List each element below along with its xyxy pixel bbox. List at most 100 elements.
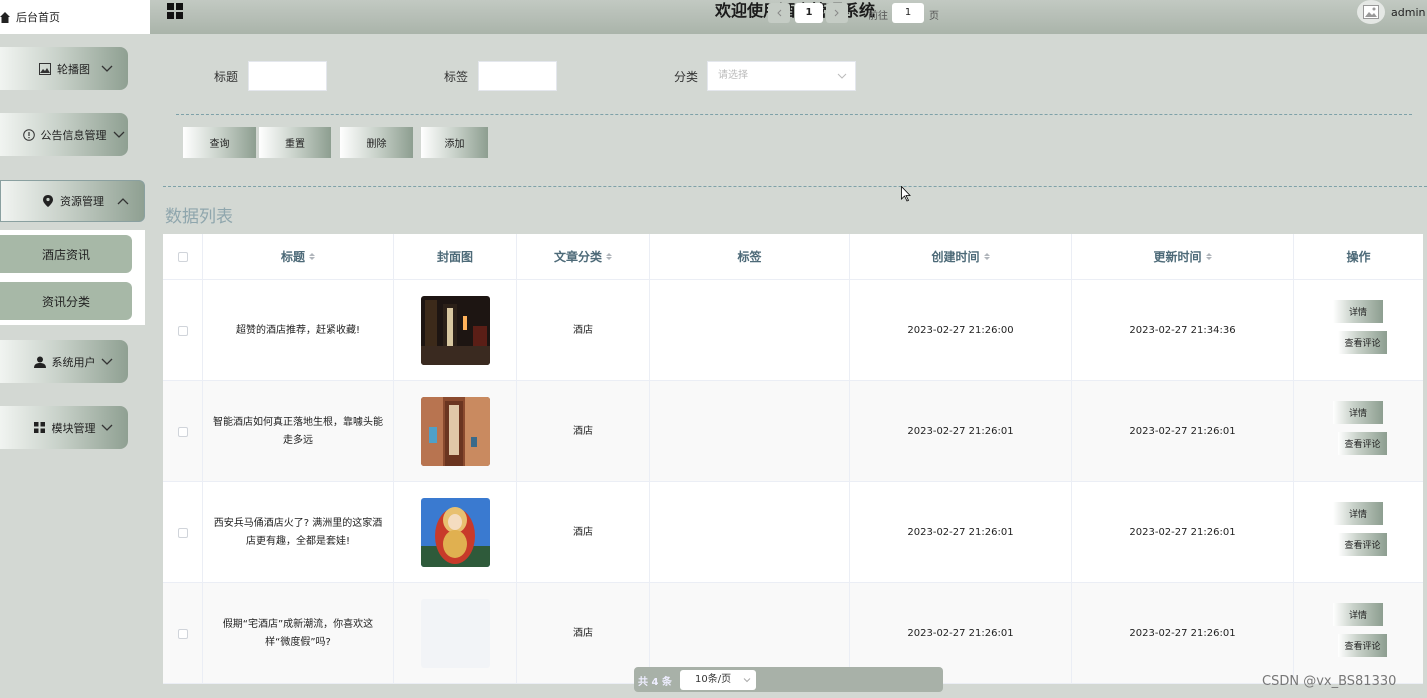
avatar-image-icon bbox=[1363, 5, 1379, 19]
category-filter-select[interactable]: 请选择 bbox=[707, 61, 856, 91]
chevron-left-icon bbox=[777, 9, 782, 17]
sidebar-item-system-user[interactable]: 系统用户 bbox=[0, 340, 128, 383]
mouse-cursor-icon bbox=[901, 186, 911, 202]
username[interactable]: admin bbox=[1391, 6, 1425, 19]
column-header-label: 操作 bbox=[1346, 250, 1371, 264]
table-row[interactable]: 超赞的酒店推荐，赶紧收藏! 酒店 2023-02-27 21:26:00 202… bbox=[163, 280, 1423, 381]
column-header-label: 创建时间 bbox=[931, 250, 980, 264]
title-cell: 西安兵马俑酒店火了? 满洲里的这家酒店更有趣，全都是套娃! bbox=[203, 482, 394, 583]
updated-time-cell: 2023-02-27 21:34:36 bbox=[1072, 280, 1294, 381]
next-page-button[interactable] bbox=[826, 3, 848, 23]
select-all-checkbox[interactable] bbox=[177, 251, 188, 262]
column-header-category[interactable]: 文章分类 bbox=[517, 234, 650, 280]
chevron-down-icon bbox=[101, 424, 113, 431]
tag-filter-input[interactable] bbox=[478, 61, 557, 91]
image-icon bbox=[38, 62, 52, 76]
detail-button[interactable]: 详情 bbox=[1333, 502, 1383, 525]
detail-button[interactable]: 详情 bbox=[1333, 401, 1383, 424]
chevron-down-icon bbox=[101, 358, 113, 365]
sidebar-home-label: 后台首页 bbox=[16, 11, 60, 24]
updated-time-cell: 2023-02-27 21:26:01 bbox=[1072, 583, 1294, 684]
title-cell: 智能酒店如何真正落地生根，靠噱头能走多远 bbox=[203, 381, 394, 482]
cover-image[interactable] bbox=[420, 498, 490, 567]
sidebar-item-home[interactable]: 后台首页 bbox=[0, 0, 150, 34]
category-cell: 酒店 bbox=[517, 280, 650, 381]
submenu-item-news-category[interactable]: 资讯分类 bbox=[0, 282, 132, 320]
table-row[interactable]: 智能酒店如何真正落地生根，靠噱头能走多远 酒店 2023-02-27 21:26… bbox=[163, 381, 1423, 482]
ops-cell: 详情 查看评论 bbox=[1294, 280, 1423, 381]
cover-cell bbox=[394, 583, 517, 684]
submenu-item-hotel-news[interactable]: 酒店资讯 bbox=[0, 235, 132, 273]
query-button[interactable]: 查询 bbox=[183, 127, 256, 158]
sort-icon[interactable] bbox=[606, 253, 612, 260]
updated-time-cell: 2023-02-27 21:26:01 bbox=[1072, 381, 1294, 482]
cover-image[interactable] bbox=[420, 296, 490, 365]
goto-label: 前往 bbox=[868, 11, 888, 22]
row-checkbox[interactable] bbox=[177, 325, 188, 336]
chevron-down-icon bbox=[837, 73, 847, 79]
row-checkbox[interactable] bbox=[177, 527, 188, 538]
cover-image-placeholder[interactable] bbox=[420, 599, 490, 668]
page-size-select[interactable]: 10条/页 bbox=[680, 670, 756, 690]
delete-button[interactable]: 删除 bbox=[340, 127, 413, 158]
column-header-title[interactable]: 标题 bbox=[203, 234, 394, 280]
column-header-ops: 操作 bbox=[1294, 234, 1423, 280]
updated-time-cell: 2023-02-27 21:26:01 bbox=[1072, 482, 1294, 583]
row-checkbox-cell bbox=[163, 583, 203, 684]
detail-button[interactable]: 详情 bbox=[1333, 603, 1383, 626]
sort-icon[interactable] bbox=[309, 253, 315, 260]
title-filter-input[interactable] bbox=[248, 61, 327, 91]
cover-image[interactable] bbox=[420, 397, 490, 466]
row-checkbox[interactable] bbox=[177, 426, 188, 437]
ops-cell: 详情 查看评论 bbox=[1294, 583, 1423, 684]
view-comments-button[interactable]: 查看评论 bbox=[1338, 533, 1387, 556]
current-page[interactable]: 1 bbox=[795, 3, 823, 23]
column-header-label: 标题 bbox=[280, 250, 305, 264]
tag-filter-label: 标签 bbox=[444, 70, 469, 84]
category-cell: 酒店 bbox=[517, 583, 650, 684]
ops-cell: 详情 查看评论 bbox=[1294, 482, 1423, 583]
column-header-updated[interactable]: 更新时间 bbox=[1072, 234, 1294, 280]
goto-suffix: 页 bbox=[929, 11, 939, 22]
sort-icon[interactable] bbox=[983, 253, 990, 260]
sidebar-item-label: 公告信息管理 bbox=[40, 128, 107, 142]
column-header-label: 标签 bbox=[737, 250, 762, 264]
row-checkbox-cell bbox=[163, 381, 203, 482]
sidebar-item-carousel[interactable]: 轮播图 bbox=[0, 47, 128, 90]
column-header-created[interactable]: 创建时间 bbox=[850, 234, 1072, 280]
tag-cell bbox=[650, 381, 850, 482]
watermark: CSDN @vx_BS81330 bbox=[1262, 674, 1397, 689]
view-comments-button[interactable]: 查看评论 bbox=[1338, 432, 1387, 455]
sidebar-item-label: 资源管理 bbox=[60, 195, 104, 208]
data-table: 标题 封面图 文章分类 标签 创建时间 更新时间 操作 超赞的酒店推荐，赶紧收藏… bbox=[163, 234, 1423, 684]
view-comments-button[interactable]: 查看评论 bbox=[1338, 634, 1387, 657]
row-checkbox[interactable] bbox=[177, 628, 188, 639]
view-comments-button[interactable]: 查看评论 bbox=[1338, 331, 1387, 354]
menu-toggle-icon[interactable] bbox=[167, 3, 183, 19]
sidebar-item-resource[interactable]: 资源管理 bbox=[0, 180, 145, 222]
ops-cell: 详情 查看评论 bbox=[1294, 381, 1423, 482]
sidebar-item-module[interactable]: 模块管理 bbox=[0, 406, 128, 449]
cover-cell bbox=[394, 381, 517, 482]
pagination-total: 共 4 条 bbox=[638, 677, 672, 688]
created-time-cell: 2023-02-27 21:26:01 bbox=[850, 482, 1072, 583]
column-header-label: 封面图 bbox=[436, 250, 473, 264]
category-placeholder: 请选择 bbox=[718, 70, 748, 81]
sort-icon[interactable] bbox=[1205, 253, 1212, 260]
avatar[interactable] bbox=[1357, 0, 1385, 24]
column-header-tag: 标签 bbox=[650, 234, 850, 280]
sidebar-item-notice[interactable]: 公告信息管理 bbox=[0, 113, 128, 156]
list-title: 数据列表 bbox=[165, 207, 233, 227]
resource-submenu: 酒店资讯 资讯分类 bbox=[0, 230, 145, 325]
add-button[interactable]: 添加 bbox=[421, 127, 488, 158]
info-icon bbox=[22, 128, 36, 142]
table-row[interactable]: 西安兵马俑酒店火了? 满洲里的这家酒店更有趣，全都是套娃! 酒店 2023-02… bbox=[163, 482, 1423, 583]
reset-button[interactable]: 重置 bbox=[259, 127, 331, 158]
goto-page-input[interactable]: 1 bbox=[892, 3, 924, 23]
prev-page-button[interactable] bbox=[768, 3, 790, 23]
detail-button[interactable]: 详情 bbox=[1333, 300, 1383, 323]
category-filter-label: 分类 bbox=[674, 70, 699, 84]
submenu-item-label: 酒店资讯 bbox=[41, 247, 90, 262]
pagination: 共 4 条 10条/页 bbox=[634, 667, 943, 692]
divider bbox=[163, 186, 1427, 187]
